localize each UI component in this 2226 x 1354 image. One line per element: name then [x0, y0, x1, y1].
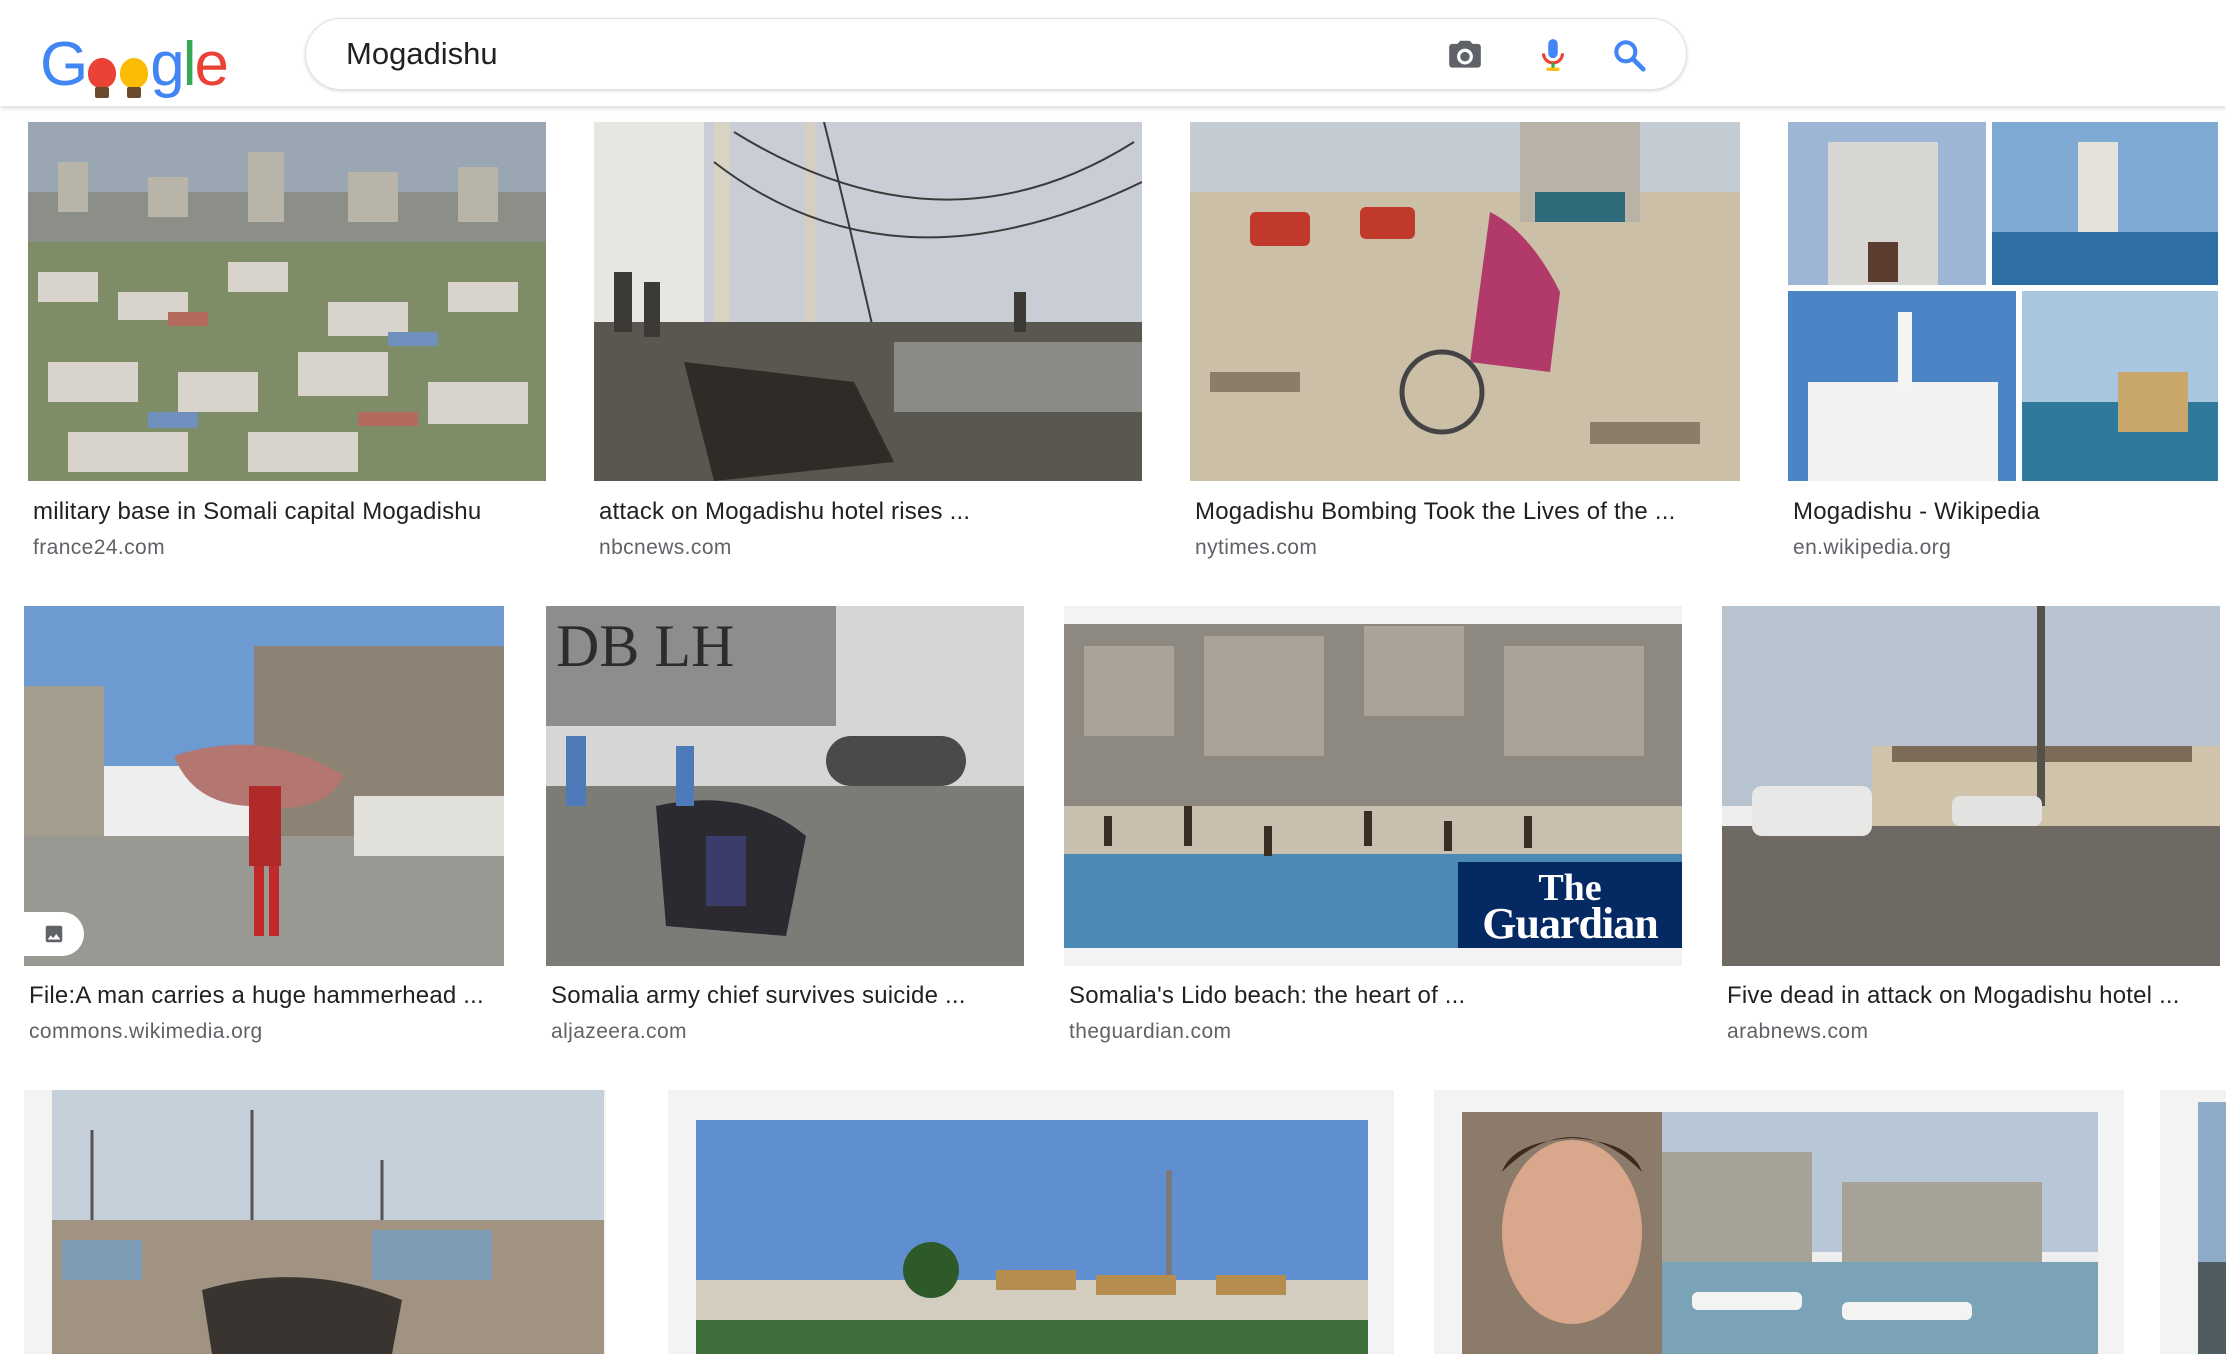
search-input[interactable] — [344, 29, 1348, 79]
result-title[interactable]: File:A man carries a huge hammerhead ... — [29, 982, 484, 1010]
result-card[interactable] — [2160, 1090, 2226, 1354]
result-title[interactable]: Five dead in attack on Mogadishu hotel .… — [1727, 982, 2180, 1010]
result-title[interactable]: attack on Mogadishu hotel rises ... — [599, 498, 970, 526]
result-source: nytimes.com — [1195, 536, 1318, 559]
result-thumbnail[interactable] — [1190, 122, 1740, 481]
result-card[interactable] — [1434, 1090, 2124, 1354]
result-thumbnail[interactable] — [594, 122, 1142, 481]
result-thumbnail[interactable] — [1788, 122, 2218, 481]
result-thumbnail[interactable] — [696, 1120, 1368, 1354]
result-title[interactable]: military base in Somali capital Mogadish… — [33, 498, 481, 526]
result-source: commons.wikimedia.org — [29, 1020, 263, 1043]
result-title[interactable]: Somalia's Lido beach: the heart of ... — [1069, 982, 1465, 1010]
result-source: nbcnews.com — [599, 536, 732, 559]
search-icon[interactable] — [1610, 36, 1648, 74]
search-header: G g l e — [0, 0, 2226, 106]
result-thumbnail[interactable] — [1722, 606, 2220, 966]
result-source: aljazeera.com — [551, 1020, 687, 1043]
result-source: en.wikipedia.org — [1793, 536, 1952, 559]
result-thumbnail[interactable]: The Guardian — [1064, 606, 1682, 966]
logo-letter-e: e — [194, 30, 230, 99]
result-card[interactable] — [24, 1090, 606, 1354]
search-box[interactable] — [305, 18, 1687, 90]
result-card[interactable] — [668, 1090, 1394, 1354]
result-card[interactable]: DB LH Somalia army chief survives suicid… — [546, 606, 1024, 1056]
mic-icon[interactable] — [1534, 36, 1572, 74]
result-title[interactable]: Somalia army chief survives suicide ... — [551, 982, 966, 1010]
logo-letter-l: l — [182, 30, 197, 99]
svg-text:DB LH: DB LH — [556, 613, 734, 679]
result-thumbnail[interactable]: DB LH — [546, 606, 1024, 966]
result-card[interactable]: military base in Somali capital Mogadish… — [28, 122, 548, 572]
result-source: arabnews.com — [1727, 1020, 1869, 1043]
logo-letter-g2: g — [150, 30, 185, 99]
result-card[interactable]: attack on Mogadishu hotel rises ... nbcn… — [594, 122, 1142, 572]
result-thumbnail[interactable] — [24, 606, 504, 966]
lightbulb-o-yellow-icon — [119, 54, 149, 100]
google-logo[interactable]: G g l e — [40, 30, 230, 100]
result-thumbnail[interactable] — [2198, 1102, 2226, 1354]
result-thumbnail[interactable] — [52, 1090, 604, 1354]
result-card[interactable]: File:A man carries a huge hammerhead ...… — [24, 606, 504, 1056]
result-thumbnail[interactable] — [28, 122, 546, 481]
result-card[interactable]: Mogadishu - Wikipedia en.wikipedia.org — [1788, 122, 2218, 572]
image-icon — [45, 925, 63, 943]
result-title[interactable]: Mogadishu Bombing Took the Lives of the … — [1195, 498, 1675, 526]
lightbulb-o-red-icon — [87, 54, 117, 100]
camera-icon[interactable] — [1446, 36, 1484, 74]
logo-letter-g: G — [40, 30, 88, 99]
guardian-watermark: The Guardian — [1458, 862, 1682, 948]
result-card[interactable]: The Guardian Somalia's Lido beach: the h… — [1064, 606, 1682, 1056]
result-card[interactable]: Five dead in attack on Mogadishu hotel .… — [1722, 606, 2220, 1056]
image-badge — [24, 912, 84, 956]
result-card[interactable]: Mogadishu Bombing Took the Lives of the … — [1190, 122, 1740, 572]
result-title[interactable]: Mogadishu - Wikipedia — [1793, 498, 2040, 526]
result-thumbnail[interactable] — [1462, 1112, 2098, 1354]
result-source: france24.com — [33, 536, 166, 559]
result-source: theguardian.com — [1069, 1020, 1232, 1043]
